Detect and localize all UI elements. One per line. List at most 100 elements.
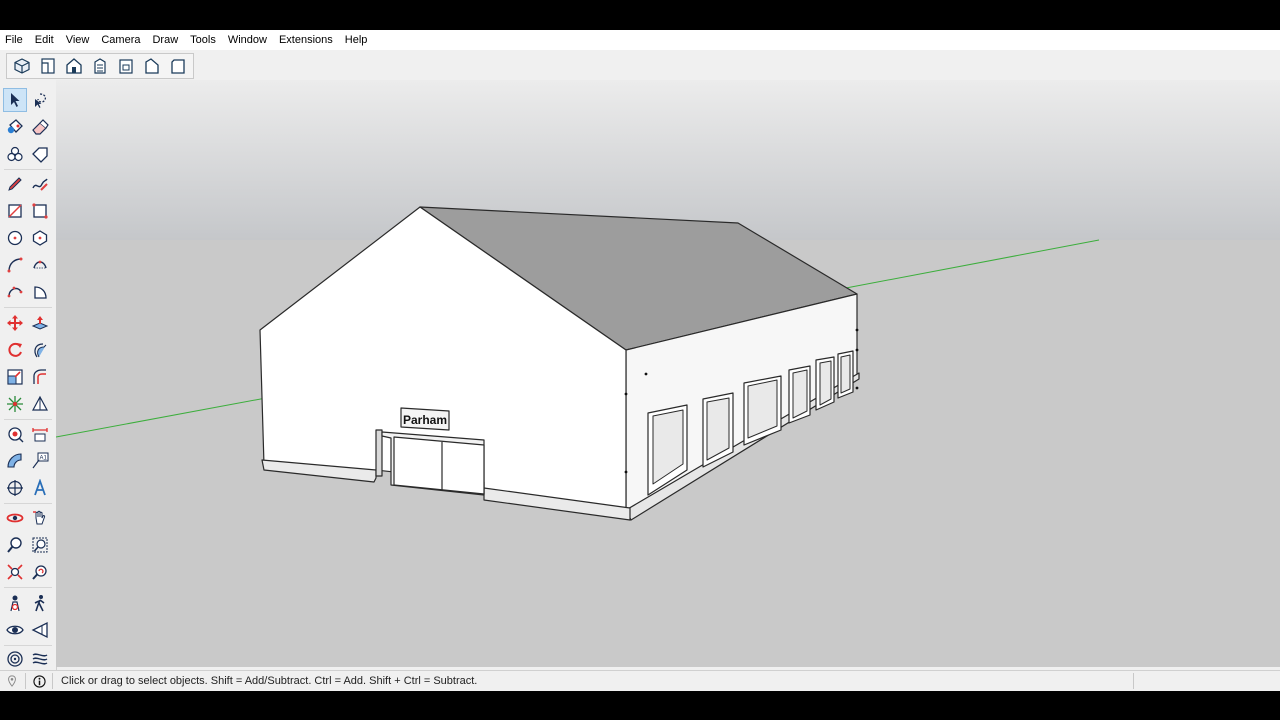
menu-window[interactable]: Window bbox=[222, 30, 273, 50]
garage-door[interactable] bbox=[393, 436, 485, 495]
iso-view-button[interactable] bbox=[10, 55, 34, 77]
menu-edit[interactable]: Edit bbox=[29, 30, 60, 50]
axes-tool[interactable] bbox=[3, 476, 27, 500]
top-view-button[interactable] bbox=[36, 55, 60, 77]
walk-tool[interactable] bbox=[28, 591, 52, 615]
rectangle-tool[interactable] bbox=[3, 199, 27, 223]
scale-tool[interactable] bbox=[3, 365, 27, 389]
polygon-tool[interactable] bbox=[28, 226, 52, 250]
views-toolbar-group bbox=[6, 53, 194, 79]
menu-help[interactable]: Help bbox=[339, 30, 374, 50]
menu-view[interactable]: View bbox=[60, 30, 96, 50]
smoove-tool[interactable] bbox=[28, 647, 52, 671]
tag-tool[interactable] bbox=[28, 142, 52, 166]
polygon-icon bbox=[32, 230, 48, 246]
move-tool[interactable] bbox=[3, 311, 27, 335]
model-scene[interactable]: Parham bbox=[56, 80, 1280, 667]
large-tool-set: A1 bbox=[0, 80, 57, 670]
select-tool[interactable] bbox=[3, 88, 27, 112]
offset-icon bbox=[33, 369, 46, 384]
three-point-arc-icon bbox=[7, 286, 23, 298]
solid-tools-icon bbox=[7, 396, 23, 412]
lasso-tool[interactable] bbox=[28, 88, 52, 112]
iso-view-icon bbox=[14, 58, 30, 74]
menu-file[interactable]: File bbox=[0, 30, 29, 50]
follow-me-icon bbox=[34, 343, 47, 358]
rotated-rectangle-tool[interactable] bbox=[28, 199, 52, 223]
sketchup-window: File Edit View Camera Draw Tools Window … bbox=[0, 30, 1280, 691]
menu-bar: File Edit View Camera Draw Tools Window … bbox=[0, 30, 1280, 50]
look-around-icon bbox=[6, 625, 24, 635]
section-plane-tool[interactable] bbox=[28, 392, 52, 416]
status-bar: Click or drag to select objects. Shift =… bbox=[0, 670, 1280, 691]
zoom-extents-icon bbox=[7, 564, 23, 580]
axes-icon bbox=[7, 480, 23, 496]
menu-tools[interactable]: Tools bbox=[184, 30, 222, 50]
zoom-window-tool[interactable] bbox=[28, 533, 52, 557]
solid-tools-tool[interactable] bbox=[3, 392, 27, 416]
freehand-tool[interactable] bbox=[28, 172, 52, 196]
look-around-tool[interactable] bbox=[3, 618, 27, 642]
two-point-arc-icon bbox=[33, 260, 47, 269]
zoom-extents-tool[interactable] bbox=[3, 560, 27, 584]
component-icon bbox=[7, 146, 23, 162]
3d-text-tool[interactable] bbox=[28, 476, 52, 500]
instructor-button[interactable] bbox=[30, 672, 48, 690]
sandbox-tool[interactable] bbox=[3, 647, 27, 671]
back-view-icon bbox=[119, 59, 133, 74]
push-pull-tool[interactable] bbox=[28, 311, 52, 335]
push-pull-icon bbox=[31, 316, 49, 330]
bottom-view-icon bbox=[171, 59, 185, 74]
back-view-button[interactable] bbox=[114, 55, 138, 77]
menu-draw[interactable]: Draw bbox=[146, 30, 184, 50]
pie-tool[interactable] bbox=[28, 280, 52, 304]
three-point-arc-tool[interactable] bbox=[3, 280, 27, 304]
tool-separator bbox=[4, 169, 52, 170]
front-view-button[interactable] bbox=[62, 55, 86, 77]
left-view-button[interactable] bbox=[140, 55, 164, 77]
previous-view-tool[interactable] bbox=[28, 560, 52, 584]
position-camera-tool[interactable] bbox=[3, 591, 27, 615]
offset-tool[interactable] bbox=[28, 365, 52, 389]
text-tool[interactable]: A1 bbox=[28, 449, 52, 473]
tool-separator bbox=[4, 503, 52, 504]
left-view-icon bbox=[145, 58, 159, 74]
window-glass bbox=[819, 360, 832, 406]
lasso-icon bbox=[35, 93, 47, 108]
arc-tool[interactable] bbox=[3, 253, 27, 277]
circle-tool[interactable] bbox=[3, 226, 27, 250]
move-icon bbox=[7, 315, 23, 331]
dimension-tool[interactable] bbox=[28, 422, 52, 446]
rotate-tool[interactable] bbox=[3, 338, 27, 362]
circle-icon bbox=[7, 230, 23, 246]
follow-me-tool[interactable] bbox=[28, 338, 52, 362]
paint-bucket-tool[interactable] bbox=[3, 115, 27, 139]
section-view-tool[interactable] bbox=[28, 618, 52, 642]
orbit-tool[interactable] bbox=[3, 506, 27, 530]
menu-extensions[interactable]: Extensions bbox=[273, 30, 339, 50]
component-tool[interactable] bbox=[3, 142, 27, 166]
sky bbox=[56, 80, 1280, 240]
rotate-icon bbox=[8, 342, 22, 357]
pan-tool[interactable] bbox=[28, 506, 52, 530]
right-view-icon bbox=[94, 58, 106, 74]
bottom-view-button[interactable] bbox=[166, 55, 190, 77]
zoom-tool[interactable] bbox=[3, 533, 27, 557]
protractor-tool[interactable] bbox=[3, 449, 27, 473]
select-icon bbox=[11, 93, 20, 107]
right-view-button[interactable] bbox=[88, 55, 112, 77]
two-point-arc-tool[interactable] bbox=[28, 253, 52, 277]
tool-separator bbox=[4, 587, 52, 588]
status-divider bbox=[52, 673, 53, 689]
pie-icon bbox=[34, 286, 47, 299]
front-view-icon bbox=[66, 58, 82, 74]
tape-measure-tool[interactable] bbox=[3, 422, 27, 446]
menu-camera[interactable]: Camera bbox=[95, 30, 146, 50]
geo-location-button[interactable] bbox=[3, 672, 21, 690]
freehand-icon bbox=[32, 178, 48, 191]
status-divider bbox=[25, 673, 26, 689]
model-viewport[interactable]: Parham bbox=[56, 80, 1280, 667]
pencil-tool[interactable] bbox=[3, 172, 27, 196]
eraser-tool[interactable] bbox=[28, 115, 52, 139]
svg-text:A1: A1 bbox=[40, 456, 48, 462]
